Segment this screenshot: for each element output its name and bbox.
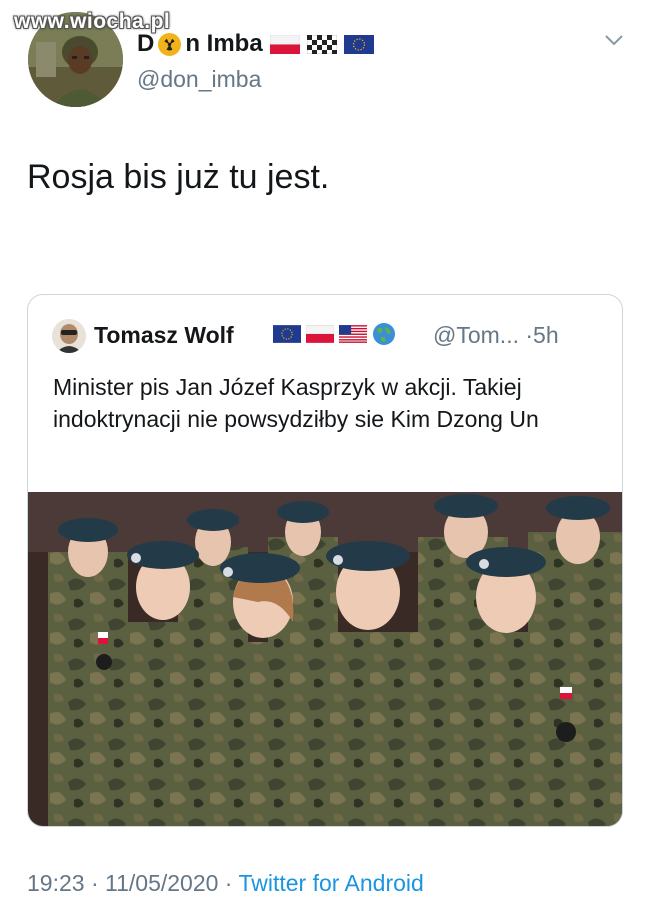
globe-icon	[373, 323, 395, 345]
quoted-timestamp: 5h	[533, 322, 559, 348]
author-name-prefix: D	[137, 30, 155, 57]
author-display-name[interactable]: D n Imba	[137, 30, 374, 58]
author-name-suffix: n Imba	[185, 30, 263, 57]
radiation-icon	[158, 32, 182, 56]
poland-flag-icon	[269, 34, 300, 54]
usa-flag-icon	[339, 325, 367, 343]
quoted-author-flags	[273, 322, 396, 346]
dot-separator: ·	[84, 870, 106, 896]
quoted-author-name[interactable]: Tomasz Wolf	[94, 322, 234, 349]
dot-separator: ·	[218, 870, 239, 896]
tweet-meta: 19:23 · 11/05/2020 · Twitter for Android	[27, 870, 424, 897]
quoted-author-handle: @Tom...	[433, 322, 519, 348]
quoted-tweet-text: Minister pis Jan Józef Kasprzyk w akcji.…	[53, 374, 539, 432]
chevron-down-icon[interactable]	[604, 33, 624, 47]
eu-flag-icon	[273, 325, 301, 343]
children-in-uniform-photo	[28, 492, 622, 826]
watermark: www.wiocha.pl	[14, 10, 171, 33]
poland-flag-icon	[306, 325, 334, 343]
quoted-tweet-card[interactable]: Tomasz Wolf @Tom... ·5h Minister pis Jan	[27, 294, 623, 827]
tweet-time[interactable]: 19:23	[27, 870, 85, 896]
dot-separator: ·	[525, 322, 534, 348]
tweet-source-link[interactable]: Twitter for Android	[238, 870, 423, 896]
eu-flag-icon	[343, 34, 374, 54]
tweet-text: Rosja bis już tu jest.	[27, 158, 330, 196]
quoted-author-handle-time[interactable]: @Tom... ·5h	[433, 322, 559, 349]
quoted-tweet-image[interactable]	[28, 492, 622, 826]
quoted-avatar-image	[52, 319, 86, 353]
checkered-flag-icon	[306, 34, 337, 54]
tweet-date[interactable]: 11/05/2020	[105, 870, 218, 896]
author-handle[interactable]: @don_imba	[137, 66, 261, 93]
quoted-author-avatar[interactable]	[52, 319, 86, 353]
